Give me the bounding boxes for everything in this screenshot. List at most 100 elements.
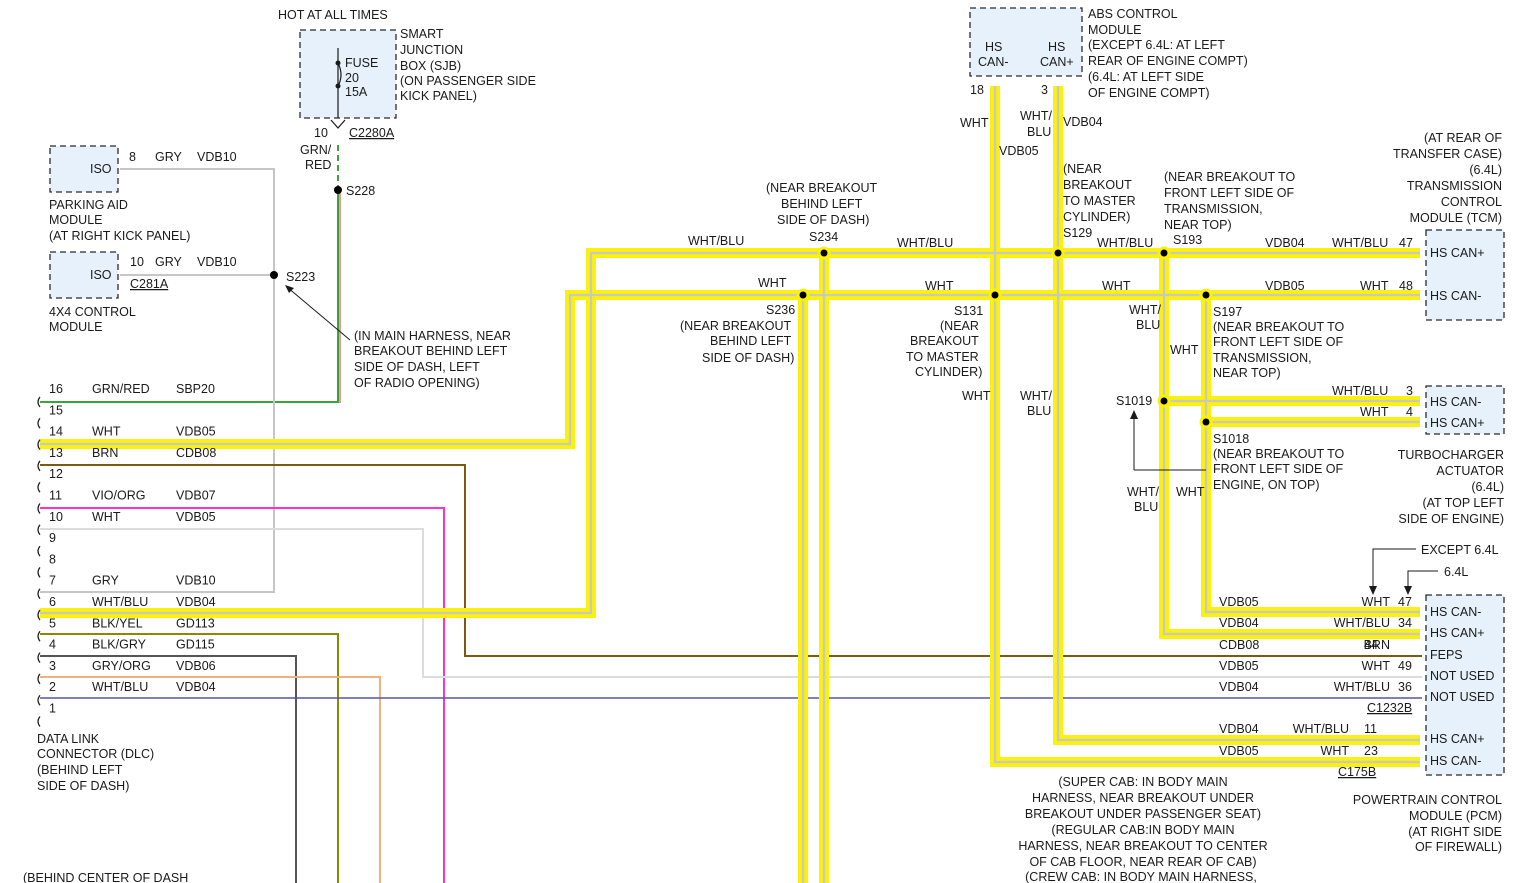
dlc-pin-number: 8 xyxy=(49,552,56,566)
pcm-row-pin: 23 xyxy=(1364,744,1378,758)
dlc-pin-number: 10 xyxy=(49,510,63,524)
dlc-pin-number: 6 xyxy=(49,595,56,609)
splice-s131 xyxy=(988,288,1002,302)
svg-text:(BEHIND LEFT: (BEHIND LEFT xyxy=(37,763,123,777)
connector-bracket-icon xyxy=(37,503,41,514)
svg-text:(NEAR: (NEAR xyxy=(1063,162,1102,176)
dlc-pin-color: WHT/BLU xyxy=(92,680,148,694)
fourx4-circuit: VDB10 xyxy=(197,255,237,269)
connector-bracket-icon xyxy=(37,673,41,685)
s1018-label: S1018 xyxy=(1213,432,1249,446)
module-boxes xyxy=(49,7,1505,776)
s129-note: (NEAR BREAKOUT TO MASTER CYLINDER) xyxy=(1063,162,1136,224)
svg-text:(NEAR BREAKOUT TO: (NEAR BREAKOUT TO xyxy=(1164,170,1296,184)
s223-note: (IN MAIN HARNESS, NEAR BREAKOUT BEHIND L… xyxy=(354,329,511,390)
svg-text:(NEAR BREAKOUT: (NEAR BREAKOUT xyxy=(680,319,791,333)
splice-s129 xyxy=(1051,246,1065,260)
s236-note: (NEAR BREAKOUT BEHIND LEFT SIDE OF DASH) xyxy=(680,319,794,365)
connector-bracket-icon xyxy=(37,630,41,642)
dlc-pin-color: GRY xyxy=(92,574,120,588)
pcm-row-pin: 34 xyxy=(1398,616,1412,630)
svg-text:CYLINDER): CYLINDER) xyxy=(915,365,982,379)
pcm-row-color: WHT xyxy=(1321,744,1350,758)
svg-text:MODULE: MODULE xyxy=(49,320,102,334)
dlc-pin-number: 9 xyxy=(49,531,56,545)
svg-text:(REGULAR CAB:IN BODY MAIN: (REGULAR CAB:IN BODY MAIN xyxy=(1051,823,1234,837)
pcm-row-name: NOT USED xyxy=(1430,690,1494,704)
pcm-except-label: EXCEPT 6.4L xyxy=(1421,543,1499,557)
svg-text:(6.4L): (6.4L) xyxy=(1469,163,1502,177)
dlc-pin-number: 4 xyxy=(49,638,56,652)
dlc-pin-number: 16 xyxy=(49,382,63,396)
s223-arrow-icon xyxy=(286,286,351,341)
splice-s234 xyxy=(817,246,831,260)
svg-text:BREAKOUT: BREAKOUT xyxy=(1063,178,1132,192)
pcm-row-name: HS CAN+ xyxy=(1430,626,1485,640)
svg-text:SIDE OF DASH, LEFT: SIDE OF DASH, LEFT xyxy=(354,360,480,374)
dlc-pin-circuit: VDB10 xyxy=(176,574,216,588)
svg-text:WHT/: WHT/ xyxy=(1129,303,1161,317)
svg-text:MODULE (PCM): MODULE (PCM) xyxy=(1409,809,1502,823)
abs-wht-blu: WHT/ BLU xyxy=(1020,109,1052,139)
connector-bracket-icon xyxy=(37,460,41,472)
turbo-title: TURBOCHARGER ACTUATOR (6.4L) (AT TOP LEF… xyxy=(1398,448,1505,526)
parking-title: PARKING AID MODULE (AT RIGHT KICK PANEL) xyxy=(49,198,190,243)
svg-text:(SUPER CAB: IN BODY MAIN: (SUPER CAB: IN BODY MAIN xyxy=(1058,775,1227,789)
splice-s1019 xyxy=(1157,394,1171,408)
svg-text:BREAKOUT: BREAKOUT xyxy=(910,334,979,348)
dlc-pin-circuit: VDB04 xyxy=(176,595,216,609)
splice-s193 xyxy=(1157,246,1171,260)
s236-wire: WHT xyxy=(758,276,787,290)
svg-text:DATA LINK: DATA LINK xyxy=(37,732,100,746)
pcm-row-circuit: VDB04 xyxy=(1219,680,1259,694)
s1018-note: (NEAR BREAKOUT TO FRONT LEFT SIDE OF ENG… xyxy=(1213,447,1345,492)
svg-text:HS CAN+: HS CAN+ xyxy=(1430,246,1485,260)
svg-text:VDB05: VDB05 xyxy=(1265,279,1305,293)
svg-text:SMART: SMART xyxy=(400,27,444,41)
dlc-pin-circuit: GD115 xyxy=(176,638,215,652)
pcm-row-circuit: VDB04 xyxy=(1219,616,1259,630)
svg-text:BLU: BLU xyxy=(1027,404,1051,418)
svg-text:CONTROL: CONTROL xyxy=(1441,195,1502,209)
svg-text:WHT/: WHT/ xyxy=(1020,109,1052,123)
dlc-pin-circuit: SBP20 xyxy=(176,382,215,396)
svg-text:SIDE OF DASH): SIDE OF DASH) xyxy=(702,351,794,365)
svg-text:HARNESS, NEAR BREAKOUT UNDER: HARNESS, NEAR BREAKOUT UNDER xyxy=(1032,791,1254,805)
dlc-pin-color: GRY/ORG xyxy=(92,659,151,673)
pcm-row-circuit: CDB08 xyxy=(1219,638,1259,652)
svg-text:(ON PASSENGER SIDE: (ON PASSENGER SIDE xyxy=(400,74,536,88)
connector-bracket-icon xyxy=(37,588,41,600)
svg-text:(6.4L): (6.4L) xyxy=(1471,480,1504,494)
svg-text:TRANSFER CASE): TRANSFER CASE) xyxy=(1393,147,1502,161)
svg-text:TO MASTER: TO MASTER xyxy=(1063,194,1136,208)
dlc-pin-color: BLK/YEL xyxy=(92,616,143,630)
splice-s197 xyxy=(1199,288,1213,302)
turbo-wht-blu: WHT/ BLU xyxy=(1127,485,1159,514)
pcm-row-pin: 49 xyxy=(1398,659,1412,673)
svg-text:WHT/BLU: WHT/BLU xyxy=(1332,236,1388,250)
svg-text:(AT REAR OF: (AT REAR OF xyxy=(1424,131,1502,145)
hot-label: HOT AT ALL TIMES xyxy=(278,8,388,22)
svg-text:NEAR TOP): NEAR TOP) xyxy=(1213,366,1281,380)
dlc-pin-circuit: VDB05 xyxy=(176,425,216,439)
connector-bracket-icon xyxy=(37,417,41,429)
connector-bracket-icon xyxy=(37,716,41,727)
pcm-row-circuit: VDB05 xyxy=(1219,659,1259,673)
bottom-note: (SUPER CAB: IN BODY MAIN HARNESS, NEAR B… xyxy=(1018,775,1267,883)
svg-text:BLU: BLU xyxy=(1027,125,1051,139)
dlc-pin-circuit: GD113 xyxy=(176,616,215,630)
svg-text:POWERTRAIN CONTROL: POWERTRAIN CONTROL xyxy=(1353,793,1502,807)
dlc-pin-color: WHT xyxy=(92,510,121,524)
s129-label: S129 xyxy=(1063,226,1092,240)
c1232b-label: C1232B xyxy=(1367,701,1412,715)
svg-text:WHT: WHT xyxy=(1360,279,1389,293)
s193-note: (NEAR BREAKOUT TO FRONT LEFT SIDE OF TRA… xyxy=(1164,170,1296,232)
dlc-pin-color: BRN xyxy=(92,446,118,460)
svg-text:CAN+: CAN+ xyxy=(1040,55,1074,69)
svg-text:CONNECTOR (DLC): CONNECTOR (DLC) xyxy=(37,747,154,761)
wire-brn-cdb08 xyxy=(40,464,1422,657)
pcm-row-color: WHT/BLU xyxy=(1334,616,1390,630)
c281a-label: C281A xyxy=(130,277,169,291)
parking-iso: ISO xyxy=(90,162,112,176)
svg-text:(EXCEPT 6.4L: AT LEFT: (EXCEPT 6.4L: AT LEFT xyxy=(1088,38,1225,52)
